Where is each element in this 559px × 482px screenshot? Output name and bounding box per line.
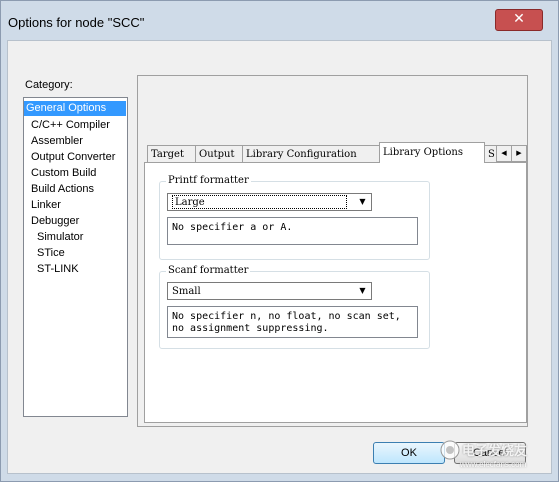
chevron-down-icon: ▼ <box>359 197 366 206</box>
category-label: Category: <box>25 79 73 91</box>
category-item-debugger[interactable]: Debugger <box>31 214 79 229</box>
category-item-c-compiler[interactable]: C/C++ Compiler <box>31 118 110 133</box>
scanf-description-line-2: no assignment suppressing. <box>172 323 329 334</box>
tab-target[interactable]: Target <box>147 145 196 163</box>
close-icon: ✕ <box>513 11 525 27</box>
tab-scroll-left-icon[interactable]: ◀ <box>496 145 512 162</box>
category-item-stice[interactable]: STice <box>37 246 65 261</box>
tab-scroll-right-icon[interactable]: ▶ <box>511 145 527 162</box>
scanf-description-line-1: No specifier n, no float, no scan set, <box>172 311 401 322</box>
printf-legend: Printf formatter <box>166 175 251 186</box>
category-item-assembler[interactable]: Assembler <box>31 134 83 149</box>
category-item-custom-build[interactable]: Custom Build <box>31 166 96 181</box>
printf-selected-value: Large <box>172 195 347 209</box>
watermark-url: www.elecfans.com <box>460 460 527 469</box>
category-item-build-actions[interactable]: Build Actions <box>31 182 94 197</box>
window-title: Options for node "SCC" <box>8 15 145 30</box>
category-item-simulator[interactable]: Simulator <box>37 230 83 245</box>
scanf-formatter-select[interactable]: Small ▼ <box>167 282 372 300</box>
printf-description: No specifier a or A. <box>167 217 418 245</box>
chevron-down-icon: ▼ <box>359 286 366 295</box>
tab-library-options[interactable]: Library Options <box>379 142 485 163</box>
category-item-output-converter[interactable]: Output Converter <box>31 150 115 165</box>
watermark-text: 电子发烧友 <box>462 443 528 458</box>
close-button[interactable]: ✕ <box>495 9 543 31</box>
category-item-st-link[interactable]: ST-LINK <box>37 262 79 277</box>
scanf-legend: Scanf formatter <box>166 265 251 276</box>
category-item-linker[interactable]: Linker <box>31 198 61 213</box>
scanf-selected-value: Small <box>172 286 201 297</box>
tab-library-configuration[interactable]: Library Configuration <box>242 145 380 163</box>
ok-button[interactable]: OK <box>373 442 445 464</box>
printf-formatter-select[interactable]: Large ▼ <box>167 193 372 211</box>
category-item-general-options[interactable]: General Options <box>24 101 126 116</box>
scanf-description: No specifier n, no float, no scan set, n… <box>167 306 418 338</box>
tab-output[interactable]: Output <box>195 145 243 163</box>
